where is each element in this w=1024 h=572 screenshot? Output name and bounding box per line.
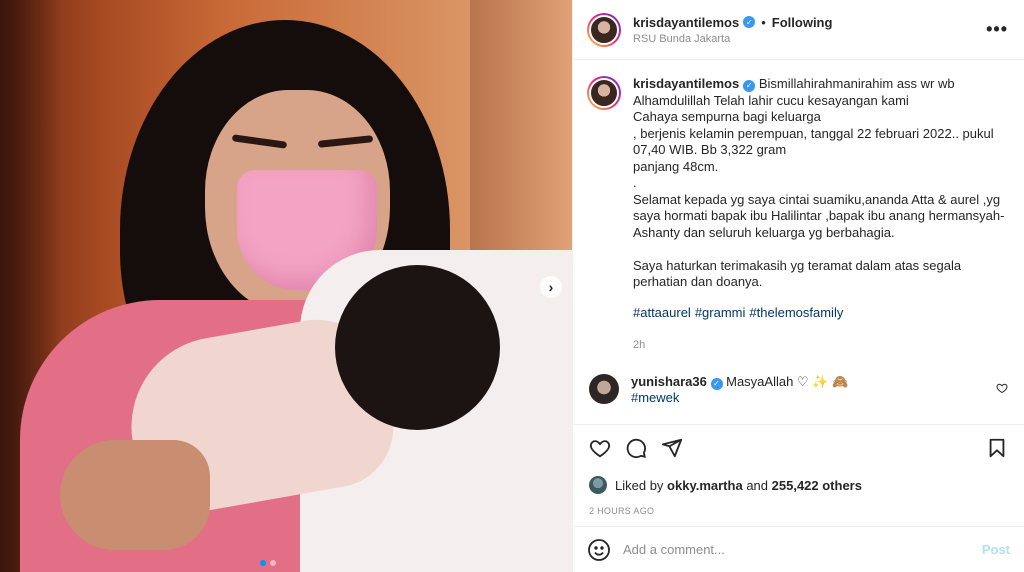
liker-avatar[interactable] bbox=[589, 476, 607, 494]
hashtag-link[interactable]: #attaaurel bbox=[633, 305, 691, 322]
following-button[interactable]: Following bbox=[772, 15, 833, 30]
likes-joiner: and bbox=[746, 477, 769, 493]
verified-badge-icon: ✓ bbox=[743, 16, 756, 28]
commenter-avatar[interactable] bbox=[589, 373, 619, 404]
more-options-icon[interactable]: ••• bbox=[986, 19, 1008, 40]
post-caption: krisdayantilemos ✓ Bismillahirahmanirahim… bbox=[587, 76, 1008, 354]
comment-input[interactable] bbox=[623, 542, 982, 557]
hashtag-link[interactable]: #grammi bbox=[695, 305, 746, 322]
likes-summary: Liked by okky.martha and 255,422 others bbox=[573, 470, 1024, 498]
caption-username[interactable]: krisdayantilemos bbox=[633, 76, 739, 91]
carousel-dot bbox=[270, 560, 276, 566]
share-send-icon[interactable] bbox=[657, 433, 687, 463]
verified-badge-icon: ✓ bbox=[743, 80, 756, 93]
add-comment-bar: Post bbox=[573, 526, 1024, 572]
post-comment-button[interactable]: Post bbox=[982, 542, 1010, 557]
caption-time[interactable]: 2h bbox=[633, 337, 1008, 354]
like-heart-icon[interactable] bbox=[585, 433, 615, 463]
carousel-dot-active bbox=[260, 560, 266, 566]
comment-bubble-icon[interactable] bbox=[621, 433, 651, 463]
likes-count[interactable]: 255,422 others bbox=[772, 478, 862, 493]
post-actions bbox=[573, 424, 1024, 470]
save-bookmark-icon[interactable] bbox=[982, 433, 1012, 463]
likes-prefix: Liked by bbox=[615, 477, 664, 493]
caption-author-avatar[interactable] bbox=[587, 76, 621, 110]
photo-baby-head bbox=[335, 265, 500, 430]
post-photo[interactable]: › bbox=[0, 0, 572, 572]
like-comment-heart-icon[interactable] bbox=[996, 382, 1008, 397]
author-avatar[interactable] bbox=[587, 12, 621, 47]
post-dialog: › krisdayantilemos ✓ • Following RSU Bun… bbox=[0, 0, 1024, 572]
caption-text: Bismillahirahmanirahim ass wr wb Alhamdu… bbox=[633, 76, 1005, 289]
commenter-username[interactable]: yunishara36 bbox=[631, 374, 707, 389]
separator-dot: • bbox=[761, 14, 766, 30]
verified-badge-icon: ✓ bbox=[710, 377, 723, 390]
carousel-dots bbox=[260, 560, 276, 566]
post-location[interactable]: RSU Bunda Jakarta bbox=[633, 33, 986, 45]
post-timestamp[interactable]: 2 HOURS AGO bbox=[573, 498, 1024, 526]
comment-item: yunishara36 ✓ MasyaAllah ♡ ✨ 🙈 #mewek bbox=[587, 373, 1008, 407]
author-username[interactable]: krisdayantilemos bbox=[633, 15, 739, 30]
caption-hashtags: #attaaurel #grammi #thelemosfamily bbox=[633, 305, 1008, 322]
comment-text: MasyaAllah ♡ ✨ 🙈 bbox=[726, 373, 849, 389]
post-sidebar: krisdayantilemos ✓ • Following RSU Bunda… bbox=[572, 0, 1024, 572]
post-header: krisdayantilemos ✓ • Following RSU Bunda… bbox=[573, 0, 1024, 60]
next-photo-button[interactable]: › bbox=[540, 276, 562, 298]
comment-hashtag[interactable]: #mewek bbox=[631, 390, 679, 405]
comments-section: krisdayantilemos ✓ Bismillahirahmanirahim… bbox=[573, 60, 1024, 424]
photo-hand bbox=[60, 440, 210, 550]
author-info: krisdayantilemos ✓ • Following RSU Bunda… bbox=[633, 15, 986, 45]
liker-username[interactable]: okky.martha bbox=[667, 478, 743, 493]
chevron-right-icon: › bbox=[548, 279, 554, 295]
hashtag-link[interactable]: #thelemosfamily bbox=[749, 305, 843, 322]
emoji-smiley-icon[interactable] bbox=[587, 538, 611, 562]
photo-background-panel bbox=[470, 0, 572, 290]
